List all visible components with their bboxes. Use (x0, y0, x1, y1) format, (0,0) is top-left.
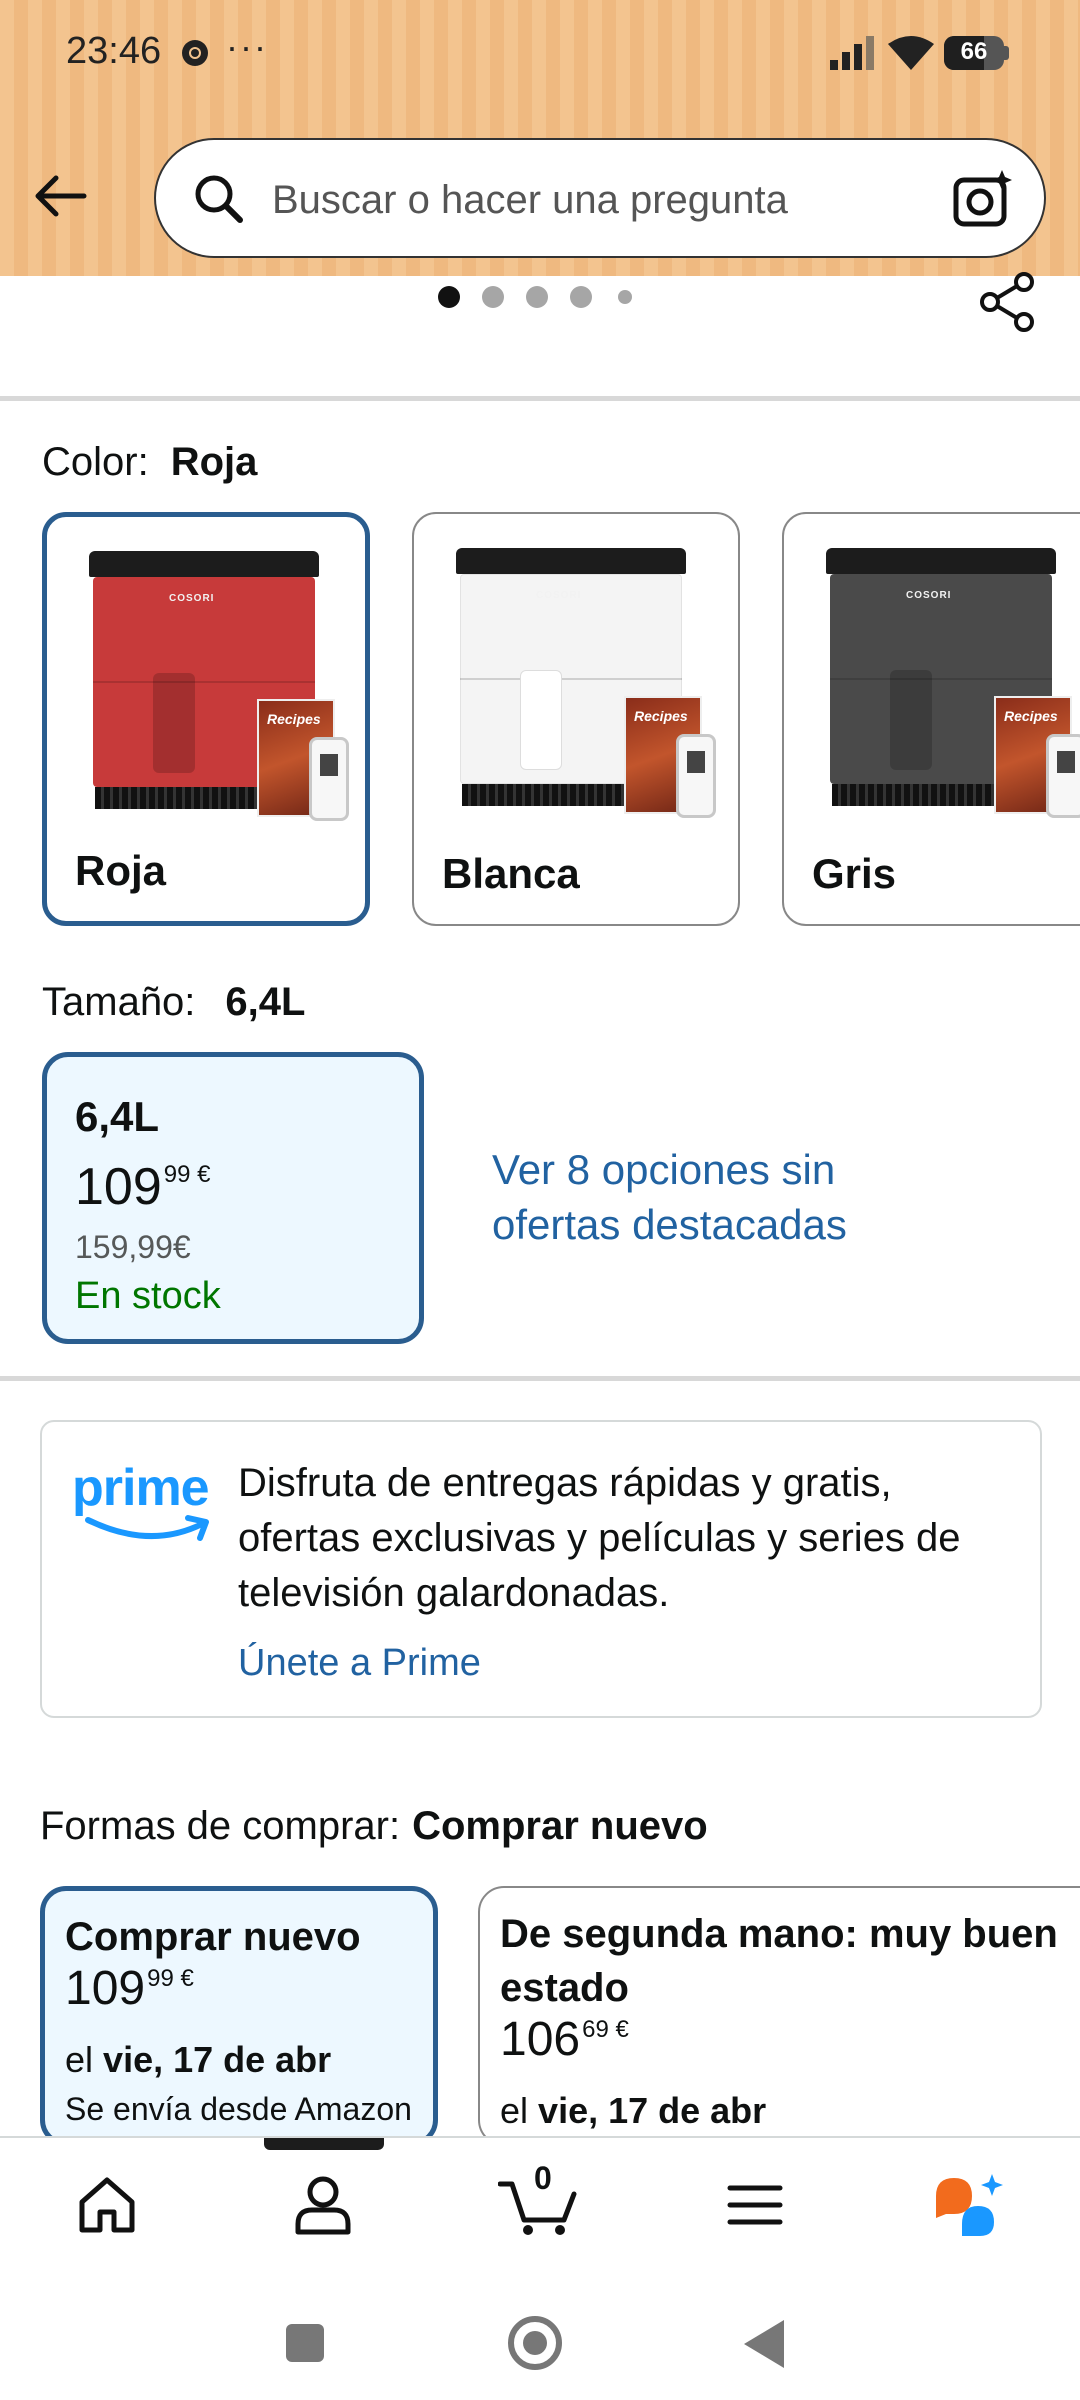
buy-option-delivery: el vie, 17 de abr (500, 2090, 767, 2131)
join-prime-link[interactable]: Únete a Prime (238, 1642, 481, 1685)
back-arrow-icon[interactable] (30, 166, 90, 226)
brand-logo: COSORI (169, 593, 215, 604)
prime-description: Disfruta de entregas rápidas y gratis, o… (238, 1461, 961, 1615)
stock-status: En stock (75, 1275, 221, 1317)
signal-icon (830, 36, 874, 70)
account-icon[interactable] (290, 2172, 356, 2238)
home-button[interactable] (508, 2316, 562, 2370)
size-option-old-price: 159,99€ (75, 1229, 191, 1265)
prime-smile-icon (85, 1515, 209, 1541)
section-divider (0, 396, 1080, 401)
recipe-book-title: Recipes (1004, 708, 1058, 724)
cart-count: 0 (534, 2160, 552, 2196)
recipe-book-title: Recipes (634, 708, 688, 724)
size-option-6-4l[interactable]: 6,4L 10999 € 159,99€ En stock (42, 1052, 424, 1344)
nav-active-indicator (264, 2138, 384, 2150)
selected-buy-option: Comprar nuevo (412, 1804, 708, 1848)
bottom-navigation: 0 (0, 2136, 1080, 2276)
color-option-0[interactable]: COSORI Recipes Roja (42, 512, 370, 926)
color-label: Color: Roja (42, 440, 257, 485)
size-option-price: 10999 € (75, 1158, 211, 1216)
battery-icon: 66 (944, 36, 1010, 70)
more-options-link[interactable]: Ver 8 opciones sin ofertas destacadas (492, 1142, 922, 1252)
brand-logo: COSORI (536, 590, 582, 601)
phone-image (676, 734, 716, 818)
buy-option-title-line2: estado (500, 1966, 629, 2010)
color-option-2[interactable]: COSORI Recipes Gris (782, 512, 1080, 926)
carousel-dot (482, 286, 504, 308)
carousel-dot (618, 290, 632, 304)
share-icon[interactable] (976, 270, 1040, 334)
buy-option-price: 10669 € (500, 2013, 629, 2066)
ways-to-buy-label: Formas de comprar: Comprar nuevo (40, 1804, 708, 1849)
recents-button[interactable] (286, 2324, 324, 2362)
size-label: Tamaño: 6,4L (42, 980, 305, 1025)
system-navigation-bar (0, 2276, 1080, 2400)
air-fryer-image: COSORI Recipes (456, 548, 716, 818)
color-option-1[interactable]: COSORI Recipes Blanca (412, 512, 740, 926)
brand-logo: COSORI (906, 590, 952, 601)
carousel-dot (438, 286, 460, 308)
search-input[interactable]: Buscar o hacer una pregunta (154, 138, 1046, 258)
color-option-name: Roja (75, 847, 167, 894)
ways-to-buy-label-text: Formas de comprar: (40, 1804, 401, 1848)
app-header: 23:46 ··· 66 Buscar o hacer una pregunta (0, 0, 1080, 276)
carousel-dot (526, 286, 548, 308)
phone-image (1046, 734, 1080, 818)
prime-banner[interactable]: prime Disfruta de entregas rápidas y gra… (40, 1420, 1042, 1718)
camera-search-icon[interactable] (952, 168, 1014, 230)
search-icon (195, 175, 243, 223)
color-option-name: Blanca (442, 850, 580, 897)
recipe-book-title: Recipes (267, 711, 321, 727)
search-placeholder: Buscar o hacer una pregunta (272, 178, 788, 222)
prime-logo: prime (72, 1458, 222, 1548)
status-bar: 23:46 ··· 66 (0, 0, 1080, 110)
selected-size: 6,4L (225, 980, 306, 1024)
buy-option-price: 10999 € (65, 1962, 194, 2015)
home-icon[interactable] (74, 2172, 140, 2238)
buy-option-title: De segunda mano: muy buen (500, 1912, 1058, 1956)
selected-color: Roja (170, 440, 258, 484)
buy-new-option[interactable]: Comprar nuevo 10999 € el vie, 17 de abr … (40, 1886, 438, 2146)
buy-option-ships-from: Se envía desde Amazon (65, 2091, 412, 2127)
more-notifications-icon: ··· (226, 26, 268, 67)
buy-option-delivery: el vie, 17 de abr (65, 2039, 332, 2080)
size-option-name: 6,4L (75, 1093, 160, 1140)
air-fryer-image: COSORI Recipes (826, 548, 1080, 818)
section-divider (0, 1376, 1080, 1381)
chrome-notification-icon (182, 40, 208, 66)
buy-used-option[interactable]: De segunda mano: muy buen estado 10669 €… (478, 1886, 1080, 2146)
status-time: 23:46 (66, 30, 162, 72)
rufus-assistant-icon[interactable] (932, 2172, 1008, 2238)
air-fryer-image: COSORI Recipes (89, 551, 349, 821)
battery-level: 66 (960, 38, 988, 65)
size-label-text: Tamaño: (42, 980, 196, 1024)
color-label-text: Color: (42, 440, 149, 484)
back-button[interactable] (744, 2320, 784, 2368)
buy-option-title: Comprar nuevo (65, 1915, 361, 1959)
phone-image (309, 737, 349, 821)
color-option-name: Gris (812, 850, 897, 897)
menu-icon[interactable] (722, 2172, 788, 2238)
wifi-icon (888, 36, 934, 70)
carousel-dot (570, 286, 592, 308)
